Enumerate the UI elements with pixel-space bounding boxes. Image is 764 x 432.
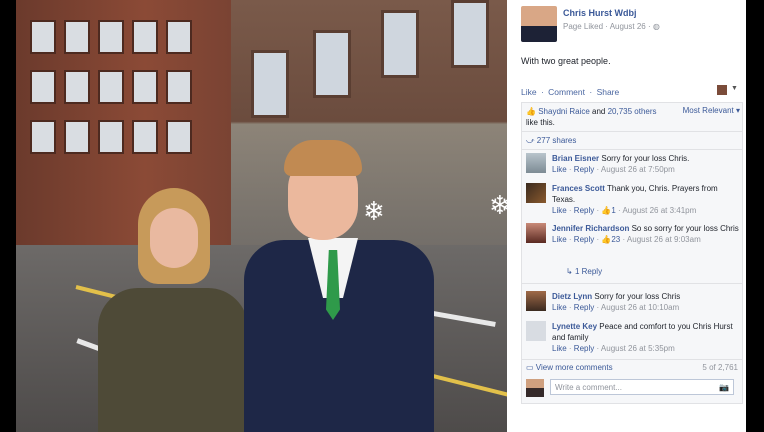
shares-link[interactable]: ⤻ 277 shares <box>526 136 576 146</box>
share-icon: ⤻ <box>526 136 535 145</box>
screenshot-frame: ❄ ❄ Chris Hurst Wdbj Page Liked · August… <box>0 0 764 432</box>
thumbs-up-icon: 👍 <box>526 107 536 116</box>
like-button[interactable]: Like <box>521 87 537 97</box>
comment-timestamp[interactable]: August 26 at 9:03am <box>627 235 701 244</box>
like-count-icon: 👍 <box>601 206 612 215</box>
comment-like-button[interactable]: Like <box>552 206 567 215</box>
comments-box: 👍 Shaydni Raice and 20,735 others like t… <box>521 102 743 404</box>
snowflake-decoration-icon: ❄ <box>489 190 507 220</box>
camera-icon[interactable]: 📷 <box>719 380 729 396</box>
comment-button[interactable]: Comment <box>548 87 585 97</box>
globe-icon: ◍ <box>652 22 660 31</box>
comment-like-count[interactable]: 23 <box>611 235 620 244</box>
view-more-comments-link[interactable]: ▭ View more comments <box>526 363 613 372</box>
commenter-name[interactable]: Dietz Lynn <box>552 292 592 301</box>
post-text: With two great people. <box>521 56 611 66</box>
commenter-avatar[interactable] <box>526 321 546 341</box>
facebook-post-panel: Chris Hurst Wdbj Page Liked · August 26 … <box>507 0 746 432</box>
commenter-avatar[interactable] <box>526 153 546 173</box>
current-user-avatar <box>526 379 544 397</box>
man-figure <box>244 140 434 432</box>
commenter-name[interactable]: Lynette Key <box>552 322 597 331</box>
commenter-name[interactable]: Jennifer Richardson <box>552 224 629 233</box>
commenter-name[interactable]: Brian Eisner <box>552 154 599 163</box>
reply-arrow-icon: ↳ <box>566 267 573 276</box>
author-avatar[interactable] <box>521 6 557 47</box>
comment-count: 5 of 2,761 <box>702 363 738 372</box>
author-name[interactable]: Chris Hurst Wdbj <box>563 8 637 18</box>
commenter-name[interactable]: Frances Scott <box>552 184 605 193</box>
view-replies-link[interactable]: ↳ 1 Reply <box>566 267 602 276</box>
comment-reply-button[interactable]: Reply <box>574 165 594 174</box>
commenter-avatar[interactable] <box>526 291 546 311</box>
comment-reply-button[interactable]: Reply <box>574 206 594 215</box>
comment-like-button[interactable]: Like <box>552 303 567 312</box>
post-actions: Like · Comment · Share <box>521 87 620 97</box>
like-count-icon: 👍 <box>601 235 612 244</box>
chevron-down-icon[interactable]: ▼ <box>731 85 738 92</box>
sort-dropdown[interactable]: Most Relevant ▾ <box>683 106 740 115</box>
post-photo[interactable]: ❄ ❄ <box>16 0 507 432</box>
woman-figure <box>98 188 248 432</box>
others-link[interactable]: 20,735 others <box>608 107 657 116</box>
comment-bubble-icon: ▭ <box>526 363 534 372</box>
commenter-avatar[interactable] <box>526 223 546 243</box>
comment-like-button[interactable]: Like <box>552 235 567 244</box>
liker-name-link[interactable]: Shaydni Raice <box>538 107 590 116</box>
comment-reply-button[interactable]: Reply <box>574 303 594 312</box>
write-comment-input[interactable]: Write a comment... 📷 <box>550 379 734 395</box>
actor-selector-avatar[interactable] <box>717 85 727 95</box>
comment-like-button[interactable]: Like <box>552 165 567 174</box>
comment-timestamp[interactable]: August 26 at 3:41pm <box>622 206 696 215</box>
comment-timestamp[interactable]: August 26 at 10:10am <box>601 303 679 312</box>
post-subline: Page Liked · August 26 · ◍ <box>563 22 660 31</box>
share-button[interactable]: Share <box>597 87 620 97</box>
comment-like-count[interactable]: 1 <box>611 206 615 215</box>
tagged-people-link[interactable]: two great people <box>542 56 609 66</box>
comment-reply-button[interactable]: Reply <box>574 344 594 353</box>
comment-timestamp[interactable]: August 26 at 5:35pm <box>601 344 675 353</box>
commenter-avatar[interactable] <box>526 183 546 203</box>
comment-like-button[interactable]: Like <box>552 344 567 353</box>
comment-timestamp[interactable]: August 26 at 7:50pm <box>601 165 675 174</box>
comment-reply-button[interactable]: Reply <box>574 235 594 244</box>
